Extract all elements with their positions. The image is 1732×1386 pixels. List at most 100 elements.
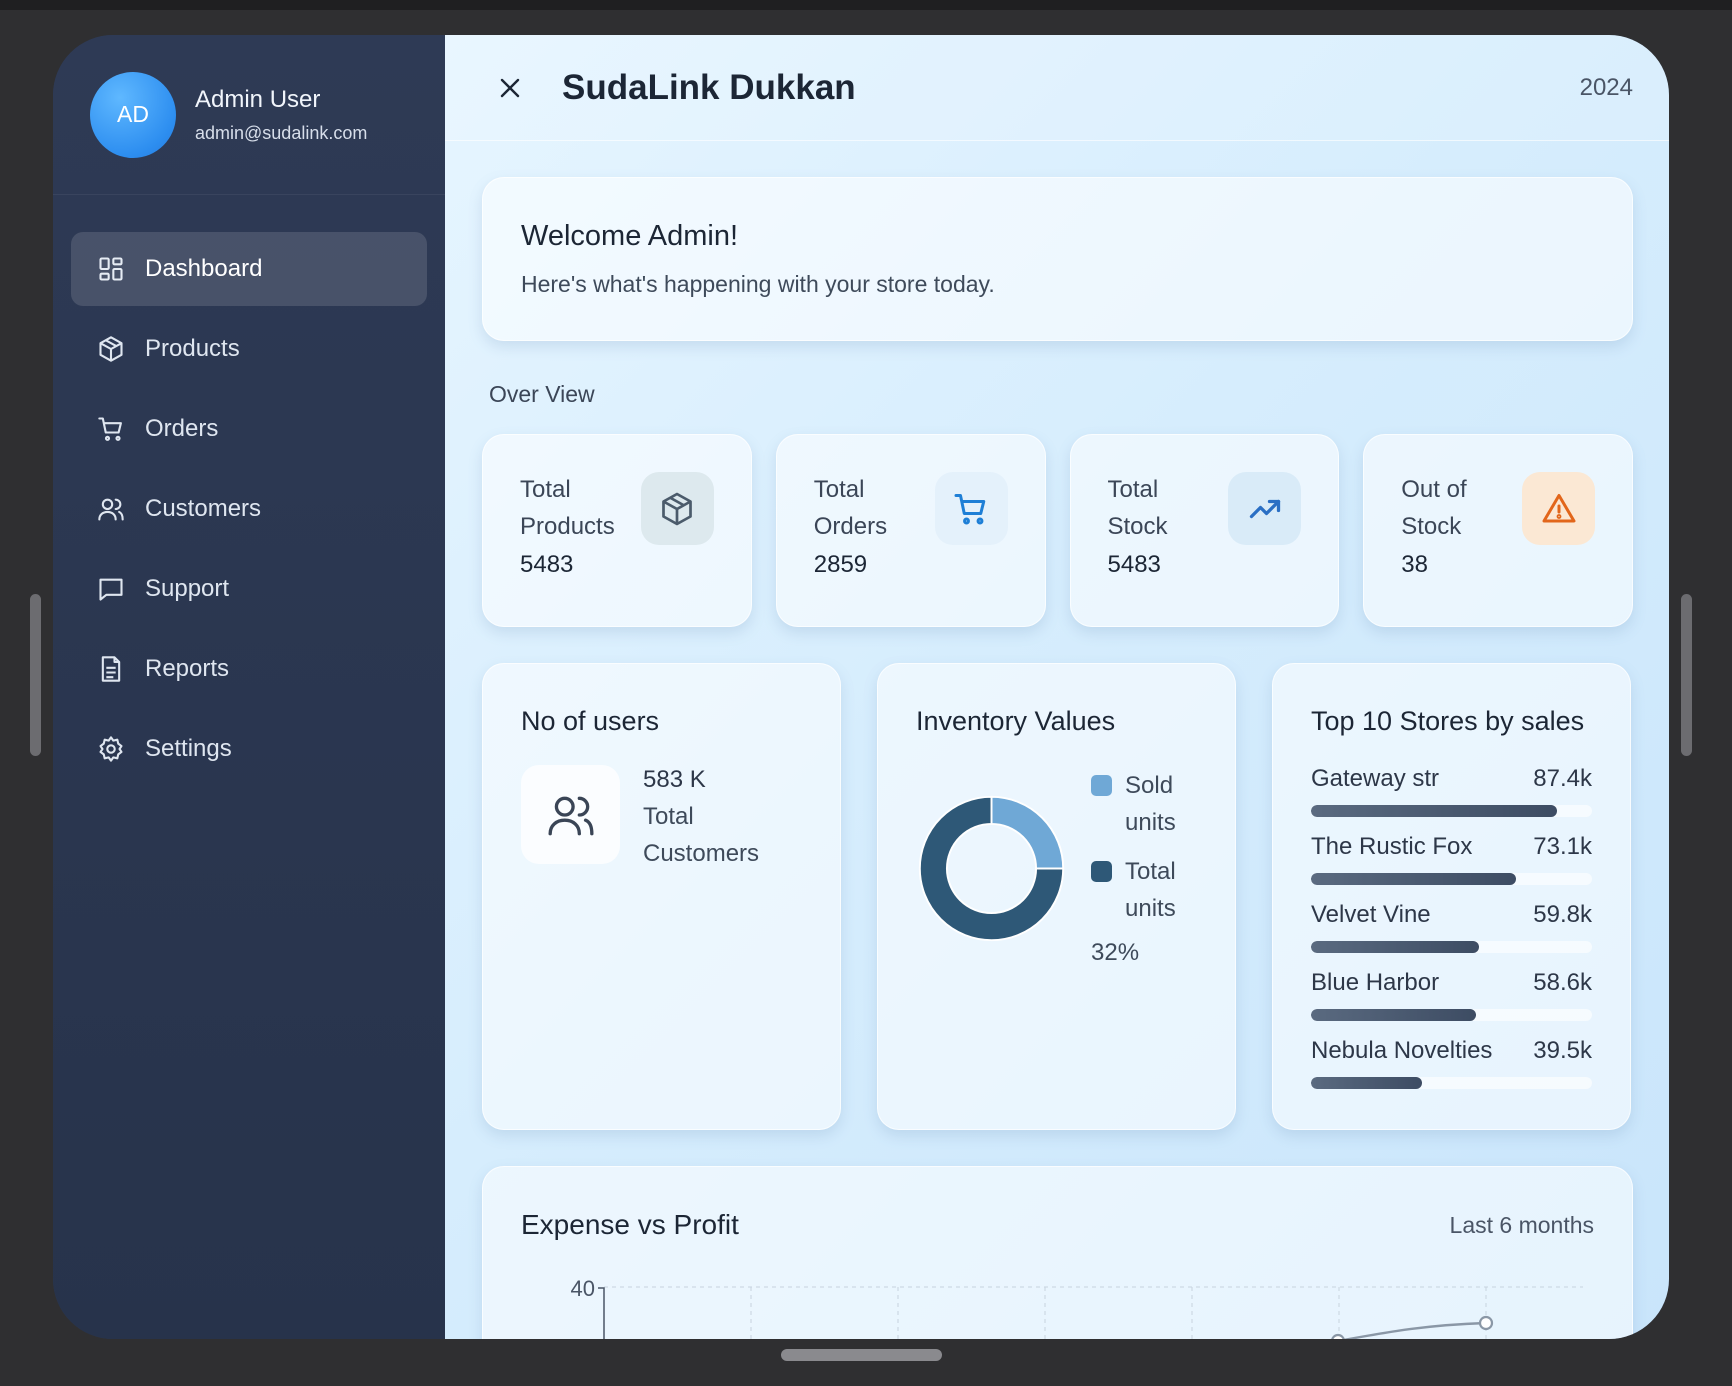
sidebar-item-label: Customers xyxy=(145,495,262,522)
app-title: SudaLink Dukkan xyxy=(562,67,856,107)
sidebar-item-settings[interactable]: Settings xyxy=(71,712,427,786)
sidebar: AD Admin User admin@sudalink.com Dashboa… xyxy=(53,35,445,1339)
cart-icon xyxy=(96,414,126,444)
stat-card-total-stock[interactable]: Total Stock 5483 xyxy=(1069,434,1340,627)
inventory-legend: Sold units Total units 32% xyxy=(1091,767,1195,967)
warning-icon xyxy=(1522,472,1595,545)
expense-chart-title: Expense vs Profit xyxy=(521,1209,739,1240)
stat-card-total-products[interactable]: Total Products 5483 xyxy=(482,434,752,627)
stat-value: 5483 xyxy=(520,551,574,578)
chart-gridlines xyxy=(604,1286,1583,1339)
store-value: 73.1k xyxy=(1533,833,1592,860)
store-value: 87.4k xyxy=(1533,765,1592,792)
close-icon xyxy=(500,78,520,97)
sidebar-nav: Dashboard Products Orders Customers Supp… xyxy=(53,195,445,786)
users-panel: No of users 583 K Total Customers xyxy=(482,663,841,1130)
list-item[interactable]: Blue Harbor 58.6k xyxy=(1311,969,1592,1021)
store-progress-fill xyxy=(1311,873,1517,885)
store-name: Gateway str xyxy=(1311,765,1440,792)
y-axis-line xyxy=(598,1287,605,1339)
stat-label: Out of Stock xyxy=(1401,476,1467,540)
legend-label: Total units xyxy=(1125,858,1176,922)
users-count-label: Total Customers xyxy=(643,803,760,867)
store-progress-bar xyxy=(1311,805,1592,817)
chart-point[interactable] xyxy=(1331,1333,1345,1339)
store-value: 39.5k xyxy=(1533,1037,1592,1064)
users-icon xyxy=(96,494,126,524)
y-axis-tick-label: 40 xyxy=(571,1277,595,1301)
legend-item-total: Total units xyxy=(1091,853,1195,927)
left-side-handle[interactable] xyxy=(30,594,41,756)
close-button[interactable] xyxy=(495,73,525,103)
sidebar-item-label: Settings xyxy=(145,735,232,762)
right-side-handle[interactable] xyxy=(1681,594,1692,756)
chart-point[interactable] xyxy=(1478,1315,1494,1331)
expense-profit-card: Expense vs Profit Last 6 months 40 xyxy=(482,1166,1633,1339)
sidebar-item-label: Reports xyxy=(145,655,230,682)
store-progress-bar xyxy=(1311,1077,1592,1089)
store-name: Blue Harbor xyxy=(1311,969,1440,996)
trending-up-icon xyxy=(1228,472,1302,545)
store-progress-bar xyxy=(1311,1009,1592,1021)
list-item[interactable]: Nebula Novelties 39.5k xyxy=(1311,1037,1592,1089)
store-name: Nebula Novelties xyxy=(1311,1037,1493,1064)
gear-icon xyxy=(96,734,126,764)
widgets-row: No of users 583 K Total Customers Invent… xyxy=(482,663,1633,1130)
inventory-panel: Inventory Values Sold units Total units xyxy=(877,663,1236,1130)
stat-label: Total Stock xyxy=(1107,476,1168,540)
store-name: Velvet Vine xyxy=(1311,901,1431,928)
store-progress-bar xyxy=(1311,873,1592,885)
sidebar-item-reports[interactable]: Reports xyxy=(71,632,427,706)
store-progress-fill xyxy=(1311,1077,1422,1089)
legend-label: Sold units xyxy=(1125,772,1176,836)
stat-card-total-orders[interactable]: Total Orders 2859 xyxy=(775,434,1046,627)
app-window: AD Admin User admin@sudalink.com Dashboa… xyxy=(53,35,1669,1339)
stat-value: 5483 xyxy=(1107,551,1161,578)
legend-swatch xyxy=(1091,861,1112,882)
window-top-edge xyxy=(0,0,1732,10)
profile-email: admin@sudalink.com xyxy=(195,122,368,143)
stat-card-out-of-stock[interactable]: Out of Stock 38 xyxy=(1363,434,1633,627)
list-item[interactable]: The Rustic Fox 73.1k xyxy=(1311,833,1592,885)
users-icon xyxy=(521,765,620,864)
sidebar-item-customers[interactable]: Customers xyxy=(71,472,427,546)
stat-label: Total Orders xyxy=(813,476,888,540)
welcome-subtitle: Here's what's happening with your store … xyxy=(521,271,995,297)
list-item[interactable]: Velvet Vine 59.8k xyxy=(1311,901,1592,953)
message-icon xyxy=(96,574,126,604)
store-value: 59.8k xyxy=(1533,901,1592,928)
profit-series-line xyxy=(1342,1321,1487,1339)
box-icon xyxy=(96,334,126,364)
welcome-card: Welcome Admin! Here's what's happening w… xyxy=(482,177,1633,341)
sidebar-item-label: Orders xyxy=(145,415,219,442)
document-icon xyxy=(96,654,126,684)
expense-chart-range[interactable]: Last 6 months xyxy=(1450,1212,1594,1239)
users-title: No of users xyxy=(521,706,660,736)
home-indicator[interactable] xyxy=(781,1349,942,1361)
stats-row: Total Products 5483 Total Orders 2859 To… xyxy=(482,434,1633,627)
avatar[interactable]: AD xyxy=(90,71,176,158)
overview-heading: Over View xyxy=(489,381,595,407)
inventory-percent: 32% xyxy=(1091,939,1140,966)
sidebar-item-dashboard[interactable]: Dashboard xyxy=(71,232,427,306)
profile-section: AD Admin User admin@sudalink.com xyxy=(53,35,445,195)
store-value: 58.6k xyxy=(1533,969,1592,996)
stat-value: 38 xyxy=(1401,551,1428,578)
inventory-title: Inventory Values xyxy=(916,706,1116,736)
app-header: SudaLink Dukkan 2024 xyxy=(445,35,1669,141)
main-content: SudaLink Dukkan 2024 Welcome Admin! Here… xyxy=(445,35,1669,1339)
donut-slice-sold[interactable] xyxy=(990,795,1065,870)
users-count: 583 K xyxy=(643,766,706,793)
sidebar-item-orders[interactable]: Orders xyxy=(71,392,427,466)
legend-item-sold: Sold units xyxy=(1091,767,1195,841)
welcome-title: Welcome Admin! xyxy=(521,220,739,252)
profile-name: Admin User xyxy=(195,85,321,113)
legend-swatch xyxy=(1091,775,1112,796)
stat-value: 2859 xyxy=(813,551,868,578)
sidebar-item-support[interactable]: Support xyxy=(71,552,427,626)
store-progress-bar xyxy=(1311,941,1592,953)
dashboard-icon xyxy=(96,254,126,284)
sidebar-item-products[interactable]: Products xyxy=(71,312,427,386)
list-item[interactable]: Gateway str 87.4k xyxy=(1311,765,1592,817)
box-icon xyxy=(640,472,714,545)
